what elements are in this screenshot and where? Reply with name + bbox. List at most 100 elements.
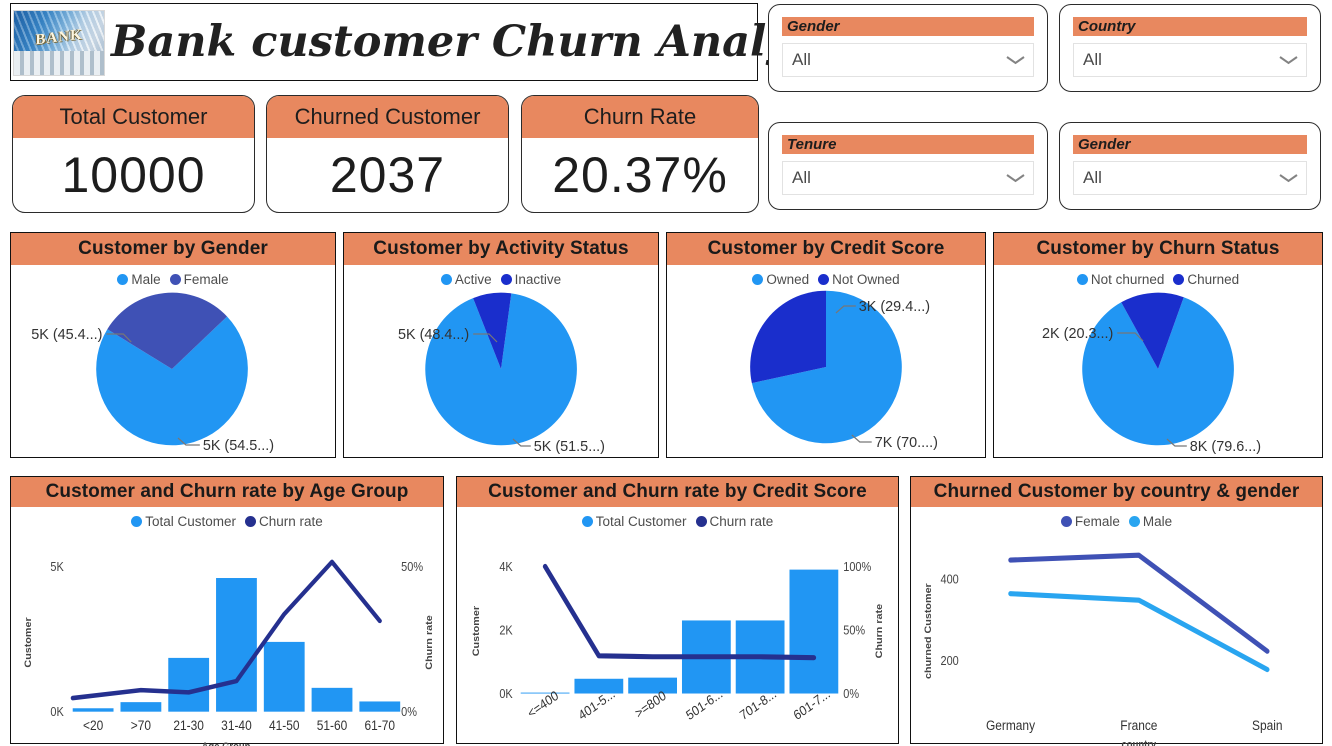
chevron-down-icon[interactable] [1007,173,1024,183]
legend-swatch-icon [169,274,181,285]
chart-title-credit-score: Customer and Churn rate by Credit Score [457,477,898,507]
bar-age-61-70[interactable] [359,701,401,712]
bar-credit-401-5[interactable] [574,678,624,694]
chart-customer-by-gender[interactable]: Customer by Gender Male Female 5K (45.4.… [10,232,336,458]
legend-label: Male [131,272,161,287]
legend-item[interactable]: Churned [1173,272,1239,287]
slicer-dropdown-gender-top[interactable]: All [782,43,1034,77]
pie-slice-not-owned[interactable] [750,290,826,384]
y-axis-tick: 0K [50,706,64,720]
x-axis-tick: Germany [986,717,1036,733]
bank-building-logo: BANK [13,10,105,76]
legend-item[interactable]: Male [1128,514,1173,529]
legend-credit-score: Total Customer Churn rate [457,514,898,529]
legend-item[interactable]: Not Owned [818,272,900,287]
pie-plot-area: 5K (45.4...) 5K (54.5...) [11,287,335,454]
legend-customer-by-gender: Male Female [11,272,335,287]
pie-data-label-owned: 7K (70....) [875,435,938,451]
pie-svg-customer-by-churn-status: 2K (20.3...) 8K (79.6...) [1042,292,1261,455]
legend-item[interactable]: Male [117,272,161,287]
pie-plot-area: 3K (29.4...) 7K (70....) [667,287,985,451]
chart-customer-by-activity-status[interactable]: Customer by Activity Status Active Inact… [343,232,659,458]
pie-svg-customer-by-activity-status: 5K (48.4...) 5K (51.5...) [398,292,605,455]
bar-credit-gte800[interactable] [628,677,678,694]
y2-axis-tick: 100% [843,560,872,574]
legend-item[interactable]: Churn rate [695,514,773,529]
slicer-value-country: All [1083,50,1102,69]
legend-label: Total Customer [145,514,236,529]
legend-swatch-icon [695,516,707,527]
pie-data-label-female: 5K (45.4...) [31,327,102,343]
slicer-dropdown-gender-bottom[interactable]: All [1073,161,1307,195]
legend-item[interactable]: Female [169,272,229,287]
chart-churned-customer-by-country-and-gender[interactable]: Churned Customer by country & gender Fem… [910,476,1323,746]
pie-data-label-male: 5K (54.5...) [203,438,274,454]
pie-data-label-not-churned: 8K (79.6...) [1190,439,1261,455]
pie-svg-customer-by-gender: 5K (45.4...) 5K (54.5...) [31,292,274,454]
bar-age-gt70[interactable] [120,702,162,712]
slicer-value-gender-bottom: All [1083,168,1102,187]
legend-item[interactable]: Total Customer [131,514,236,529]
y-axis-tick: 0K [499,687,513,701]
line-svg-country-gender: 400 200 churned Customer Germany France … [923,552,1283,746]
bar-age-51-60[interactable] [311,687,353,712]
y-axis-tick: 200 [941,655,960,669]
kpi-title-churn-rate: Churn Rate [522,96,758,138]
chart-customer-by-credit-score[interactable]: Customer by Credit Score Owned Not Owned… [666,232,986,458]
legend-item[interactable]: Female [1060,514,1120,529]
logo-building-base [14,50,104,75]
kpi-value-total-customer: 10000 [61,147,206,203]
chart-customer-and-churn-rate-by-age-group[interactable]: Customer and Churn rate by Age Group Tot… [10,476,444,746]
slicer-country[interactable]: Country All [1059,4,1321,92]
slicer-gender-bottom[interactable]: Gender All [1059,122,1321,210]
bar-age-lt20[interactable] [72,708,114,712]
chart-customer-and-churn-rate-by-credit-score[interactable]: Customer and Churn rate by Credit Score … [456,476,899,744]
slicer-gender-top[interactable]: Gender All [768,4,1048,92]
line-series-female[interactable] [1008,552,1270,654]
legend-age-group: Total Customer Churn rate [11,514,443,529]
combo-svg-age-group: 5K 0K 50% 0% Customer Churn rate <20 >70… [23,559,435,746]
legend-label: Male [1142,514,1173,529]
chevron-down-icon[interactable] [1280,173,1297,183]
legend-swatch-icon [117,274,129,285]
pie-plot-area: 5K (48.4...) 5K (51.5...) [344,287,658,455]
kpi-card-churn-rate[interactable]: Churn Rate 20.37% [521,95,759,213]
legend-label: Active [454,272,492,287]
legend-swatch-icon [1128,516,1140,527]
bar-age-41-50[interactable] [263,641,305,712]
legend-label: Churn rate [259,514,323,529]
bar-age-31-40[interactable] [216,578,257,712]
legend-item[interactable]: Not churned [1076,272,1164,287]
legend-item[interactable]: Churn rate [245,514,323,529]
y-axis-tick: 4K [499,560,513,574]
legend-item[interactable]: Total Customer [581,514,687,529]
legend-swatch-icon [818,274,830,285]
slicer-dropdown-country[interactable]: All [1073,43,1307,77]
pie-data-label-churned: 2K (20.3...) [1042,326,1113,342]
bar-age-21-30[interactable] [168,657,210,712]
legend-customer-by-churn-status: Not churned Churned [994,272,1322,287]
legend-item[interactable]: Inactive [500,272,561,287]
x-axis-tick: 61-70 [365,717,396,733]
legend-label: Total Customer [595,514,687,529]
slicer-dropdown-tenure[interactable]: All [782,161,1034,195]
slicer-tenure[interactable]: Tenure All [768,122,1048,210]
y2-axis-tick: 0% [843,687,859,701]
y-axis-tick: 5K [50,560,64,574]
chart-title-customer-by-activity-status: Customer by Activity Status [344,233,658,265]
kpi-value-churn-rate: 20.37% [552,147,728,203]
kpi-value-churned-customer: 2037 [329,147,446,203]
line-series-male[interactable] [1008,591,1270,673]
legend-item[interactable]: Active [440,272,492,287]
kpi-card-total-customer[interactable]: Total Customer 10000 [12,95,255,213]
chart-customer-by-churn-status[interactable]: Customer by Churn Status Not churned Chu… [993,232,1323,458]
chevron-down-icon[interactable] [1007,55,1024,65]
y2-axis-title: Churn rate [875,604,885,659]
legend-label: Not Owned [832,272,900,287]
y2-axis-tick: 0% [401,706,417,720]
bar-credit-601-7[interactable] [789,569,839,694]
legend-item[interactable]: Owned [752,272,809,287]
legend-label: Female [1074,514,1120,529]
chevron-down-icon[interactable] [1280,55,1297,65]
kpi-card-churned-customer[interactable]: Churned Customer 2037 [266,95,509,213]
